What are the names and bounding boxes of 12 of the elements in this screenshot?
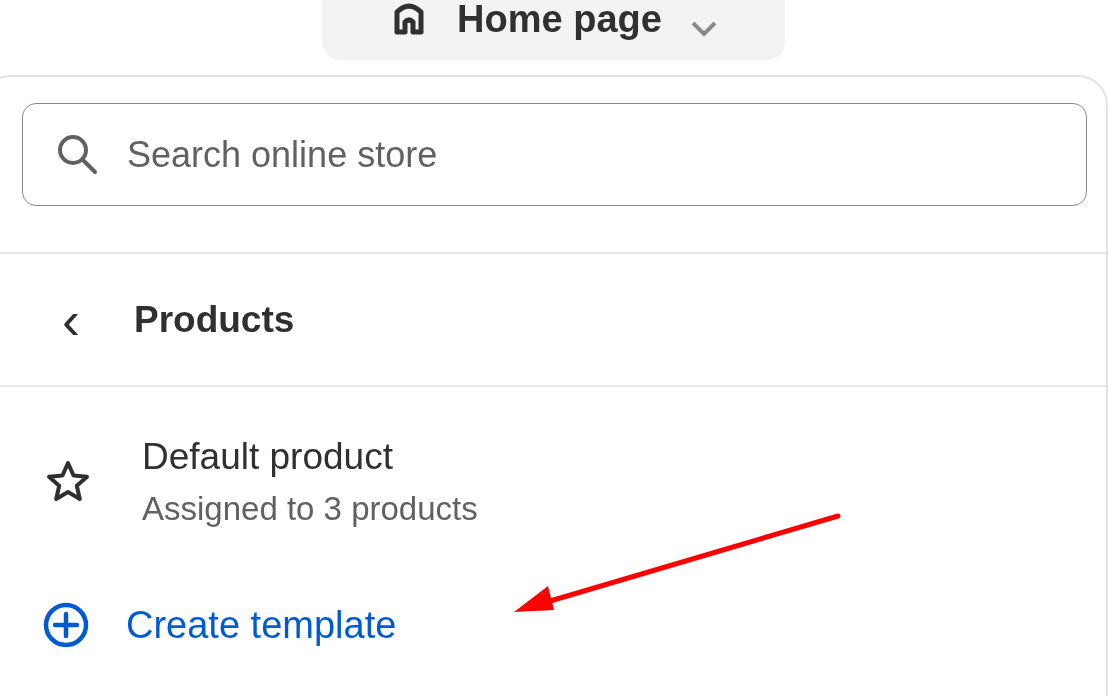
section-title: Products — [134, 297, 295, 342]
template-subtitle: Assigned to 3 products — [142, 489, 478, 529]
page-selector[interactable]: Home page — [322, 0, 785, 60]
back-button[interactable]: ‹ — [56, 292, 86, 347]
chevron-down-icon — [689, 20, 718, 38]
template-item[interactable]: Default product Assigned to 3 products — [0, 435, 1106, 529]
create-template-link[interactable]: Create template — [42, 597, 397, 654]
page-label: Home page — [457, 0, 662, 38]
template-title: Default product — [142, 435, 394, 479]
plus-circle-icon — [42, 601, 90, 650]
search-icon — [56, 133, 98, 175]
search-field[interactable]: Search online store — [22, 103, 1087, 206]
